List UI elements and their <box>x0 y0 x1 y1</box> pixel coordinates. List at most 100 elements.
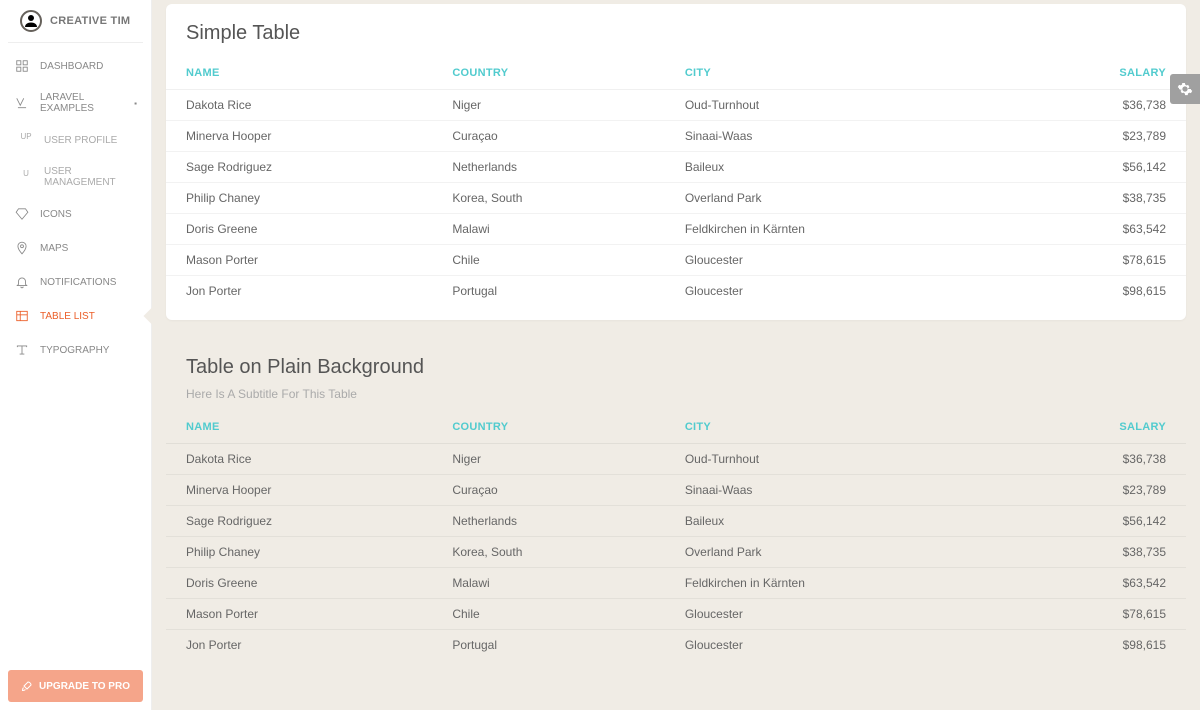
sidebar-item-label: USER MANAGEMENT <box>44 166 137 188</box>
diamond-icon <box>14 206 30 222</box>
upgrade-button[interactable]: UPGRADE TO PRO <box>8 670 143 702</box>
cell-city: Feldkirchen in Kärnten <box>665 568 1003 599</box>
cell-city: Overland Park <box>665 183 1003 214</box>
prefix-icon: UP <box>18 132 34 148</box>
typography-icon <box>14 342 30 358</box>
sidebar-item-label: TABLE LIST <box>40 311 95 322</box>
cell-name: Dakota Rice <box>166 90 432 121</box>
laravel-icon <box>14 95 30 111</box>
cell-salary: $38,735 <box>1003 537 1186 568</box>
cell-city: Sinaai-Waas <box>665 475 1003 506</box>
cell-salary: $98,615 <box>1003 630 1186 661</box>
cell-name: Philip Chaney <box>166 537 432 568</box>
cell-name: Doris Greene <box>166 214 432 245</box>
rocket-icon <box>21 680 33 692</box>
sidebar-item-user-management[interactable]: U USER MANAGEMENT <box>0 157 151 197</box>
cell-country: Portugal <box>432 630 665 661</box>
sidebar-item-label: DASHBOARD <box>40 61 103 72</box>
table-row: Jon PorterPortugalGloucester$98,615 <box>166 276 1186 307</box>
col-salary[interactable]: SALARY <box>1003 53 1186 90</box>
table-row: Minerva HooperCuraçaoSinaai-Waas$23,789 <box>166 475 1186 506</box>
col-country[interactable]: COUNTRY <box>432 53 665 90</box>
sidebar-item-laravel[interactable]: LARAVEL EXAMPLES ▪ <box>0 83 151 123</box>
sidebar-item-label: LARAVEL EXAMPLES <box>40 92 124 114</box>
cell-name: Mason Porter <box>166 245 432 276</box>
sidebar-item-label: ICONS <box>40 209 72 220</box>
table-row: Mason PorterChileGloucester$78,615 <box>166 245 1186 276</box>
cell-salary: $63,542 <box>1003 568 1186 599</box>
cell-city: Overland Park <box>665 537 1003 568</box>
simple-table: NAME COUNTRY CITY SALARY Dakota RiceNige… <box>166 53 1186 306</box>
cell-name: Minerva Hooper <box>166 121 432 152</box>
col-country[interactable]: COUNTRY <box>432 407 665 444</box>
sidebar-item-typography[interactable]: TYPOGRAPHY <box>0 333 151 367</box>
cell-name: Jon Porter <box>166 630 432 661</box>
sidebar-item-table-list[interactable]: TABLE LIST <box>0 299 151 333</box>
cell-country: Curaçao <box>432 121 665 152</box>
table-row: Doris GreeneMalawiFeldkirchen in Kärnten… <box>166 568 1186 599</box>
prefix-icon: U <box>18 169 34 185</box>
cell-country: Niger <box>432 90 665 121</box>
cell-city: Gloucester <box>665 630 1003 661</box>
cell-name: Sage Rodriguez <box>166 506 432 537</box>
table-row: Dakota RiceNigerOud-Turnhout$36,738 <box>166 90 1186 121</box>
cell-country: Malawi <box>432 568 665 599</box>
sidebar: CREATIVE TIM DASHBOARD LARAVEL EXAMPLES … <box>0 0 152 710</box>
upgrade-label: UPGRADE TO PRO <box>39 681 130 692</box>
col-city[interactable]: CITY <box>665 53 1003 90</box>
card-subtitle: Here Is A Subtitle For This Table <box>166 387 1186 407</box>
avatar-icon <box>20 10 42 32</box>
cell-city: Gloucester <box>665 276 1003 307</box>
cell-name: Dakota Rice <box>166 444 432 475</box>
cell-city: Baileux <box>665 506 1003 537</box>
cell-salary: $98,615 <box>1003 276 1186 307</box>
cell-salary: $56,142 <box>1003 506 1186 537</box>
col-name[interactable]: NAME <box>166 53 432 90</box>
sidebar-item-maps[interactable]: MAPS <box>0 231 151 265</box>
table-row: Jon PorterPortugalGloucester$98,615 <box>166 630 1186 661</box>
cell-city: Sinaai-Waas <box>665 121 1003 152</box>
table-row: Philip ChaneyKorea, SouthOverland Park$3… <box>166 537 1186 568</box>
cell-country: Korea, South <box>432 537 665 568</box>
sidebar-item-user-profile[interactable]: UP USER PROFILE <box>0 123 151 157</box>
table-row: Minerva HooperCuraçaoSinaai-Waas$23,789 <box>166 121 1186 152</box>
settings-button[interactable] <box>1170 74 1200 104</box>
cell-salary: $78,615 <box>1003 245 1186 276</box>
cell-country: Netherlands <box>432 506 665 537</box>
bell-icon <box>14 274 30 290</box>
col-city[interactable]: CITY <box>665 407 1003 444</box>
dashboard-icon <box>14 58 30 74</box>
cell-salary: $36,738 <box>1003 90 1186 121</box>
cell-name: Minerva Hooper <box>166 475 432 506</box>
brand[interactable]: CREATIVE TIM <box>8 0 143 43</box>
cell-salary: $63,542 <box>1003 214 1186 245</box>
cell-city: Gloucester <box>665 245 1003 276</box>
simple-table-card: Simple Table NAME COUNTRY CITY SALARY Da… <box>166 4 1186 320</box>
cell-city: Feldkirchen in Kärnten <box>665 214 1003 245</box>
table-icon <box>14 308 30 324</box>
table-row: Sage RodriguezNetherlandsBaileux$56,142 <box>166 152 1186 183</box>
cell-country: Niger <box>432 444 665 475</box>
sidebar-item-icons[interactable]: ICONS <box>0 197 151 231</box>
cell-name: Jon Porter <box>166 276 432 307</box>
caret-icon: ▪ <box>134 99 137 108</box>
sidebar-nav: DASHBOARD LARAVEL EXAMPLES ▪ UP USER PRO… <box>0 43 151 662</box>
cell-city: Gloucester <box>665 599 1003 630</box>
col-name[interactable]: NAME <box>166 407 432 444</box>
plain-table: NAME COUNTRY CITY SALARY Dakota RiceNige… <box>166 407 1186 660</box>
sidebar-item-dashboard[interactable]: DASHBOARD <box>0 49 151 83</box>
sidebar-item-notifications[interactable]: NOTIFICATIONS <box>0 265 151 299</box>
gear-icon <box>1177 81 1193 97</box>
cell-salary: $36,738 <box>1003 444 1186 475</box>
pin-icon <box>14 240 30 256</box>
table-row: Sage RodriguezNetherlandsBaileux$56,142 <box>166 506 1186 537</box>
cell-country: Chile <box>432 245 665 276</box>
cell-name: Sage Rodriguez <box>166 152 432 183</box>
cell-name: Doris Greene <box>166 568 432 599</box>
col-salary[interactable]: SALARY <box>1003 407 1186 444</box>
table-row: Mason PorterChileGloucester$78,615 <box>166 599 1186 630</box>
cell-country: Curaçao <box>432 475 665 506</box>
cell-salary: $38,735 <box>1003 183 1186 214</box>
cell-name: Philip Chaney <box>166 183 432 214</box>
brand-name: CREATIVE TIM <box>50 15 130 27</box>
